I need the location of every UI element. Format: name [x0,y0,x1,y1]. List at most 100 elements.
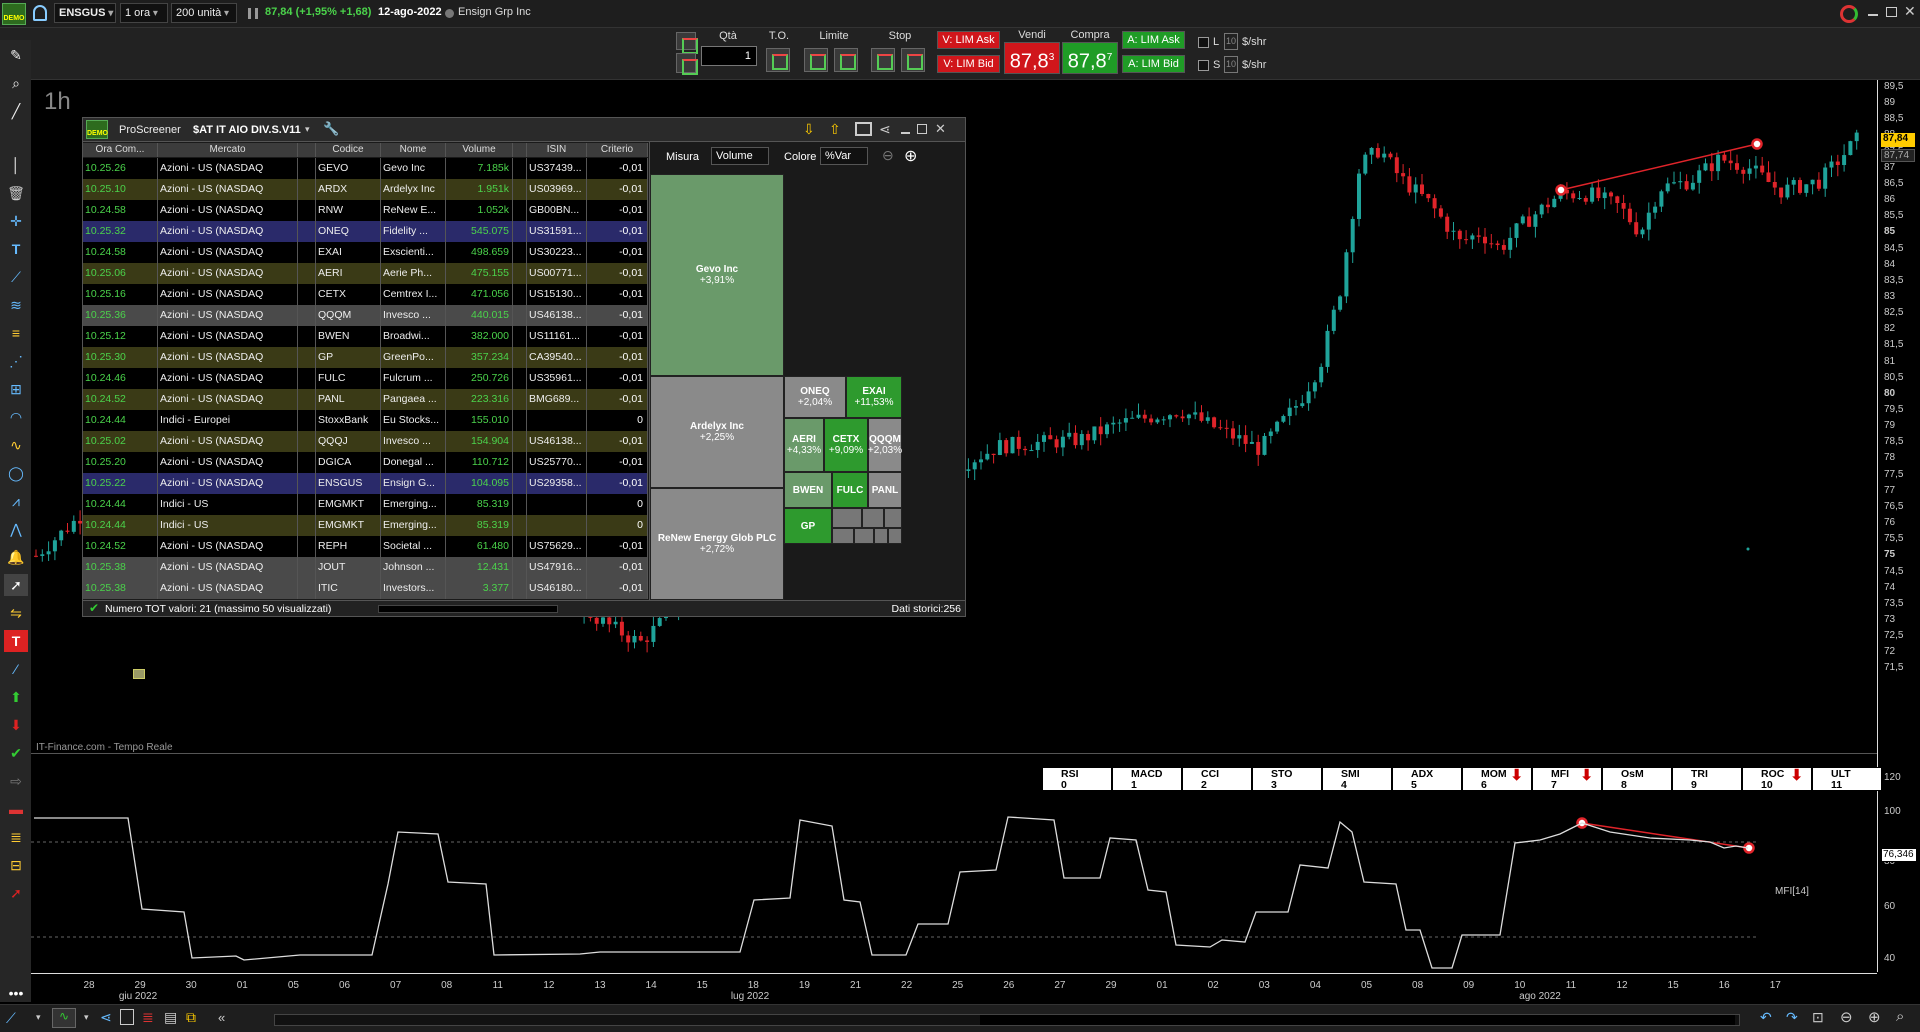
scroll-left-icon[interactable]: « [218,1010,225,1025]
treemap-tile[interactable]: AERI +4,33% [784,418,824,472]
scrollbar-thumb[interactable] [980,1015,1735,1025]
treemap-tile[interactable]: ONEQ +2,04% [784,376,846,418]
chevron-down-icon[interactable]: ▾ [84,1012,89,1023]
indicator-tab[interactable]: MFI 7 ⬇ [1532,767,1602,791]
share-icon[interactable]: ⋖ [100,1009,112,1026]
export-icon[interactable]: ⇧ [829,121,841,138]
table-row[interactable]: 10.24.58 Azioni - US (NASDAQ EXAI Exscienti… [83,242,648,263]
drawing-mode-icon[interactable]: ⟋ [6,1010,16,1027]
col-header-volume[interactable]: Volume [446,143,513,157]
chart-type-icon[interactable]: ∿ [52,1008,76,1028]
treemap-tile-small[interactable] [854,528,874,544]
indicator-tab[interactable]: STO 3 [1252,767,1322,791]
col-header-code[interactable]: Codice [316,143,381,157]
table-row[interactable]: 10.25.30 Azioni - US (NASDAQ GP GreenPo... 3… [83,347,648,368]
indicator-tab[interactable]: OsM 8 [1602,767,1672,791]
treemap-tile-small[interactable] [862,508,884,528]
treemap-tile-small[interactable] [874,528,888,544]
magnify-icon[interactable]: ⌕ [1896,1008,1904,1025]
col-header-market[interactable]: Mercato [158,143,298,157]
treemap-tile[interactable]: BWEN [784,472,832,508]
table-row[interactable]: 10.25.16 Azioni - US (NASDAQ CETX Cemtrex I… [83,284,648,305]
table-row[interactable]: 10.24.46 Azioni - US (NASDAQ FULC Fulcrum .… [83,368,648,389]
chevron-down-icon[interactable]: ▾ [36,1012,41,1023]
col-header-name[interactable]: Nome [381,143,446,157]
col-header-icon2[interactable] [513,143,527,157]
zoom-in-icon[interactable]: ⊕ [1868,1008,1881,1026]
table-row[interactable]: 10.25.10 Azioni - US (NASDAQ ARDX Ardelyx I… [83,179,648,200]
screener-name-dropdown[interactable]: $AT IT AIO DIV.S.V11 [193,124,301,136]
layout-icon[interactable] [855,122,872,136]
candle-body [1407,176,1412,193]
table-row[interactable]: 10.24.52 Azioni - US (NASDAQ REPH Societal … [83,536,648,557]
col-header-time[interactable]: Ora Com... [83,143,158,157]
table-row[interactable]: 10.24.44 Indici - US EMGMKT Emerging... 85.3… [83,494,648,515]
table-row[interactable]: 10.25.26 Azioni - US (NASDAQ GEVO Gevo Inc 7… [83,158,648,179]
indicator-tab[interactable]: ULT 11 [1812,767,1882,791]
table-row[interactable]: 10.25.12 Azioni - US (NASDAQ BWEN Broadwi..… [83,326,648,347]
table-row[interactable]: 10.24.52 Azioni - US (NASDAQ PANL Pangaea .… [83,389,648,410]
table-row[interactable]: 10.25.22 Azioni - US (NASDAQ ENSGUS Ensign … [83,473,648,494]
indicator-tab[interactable]: MOM 6 ⬇ [1462,767,1532,791]
treemap-tile[interactable]: Ardelyx Inc +2,25% [650,376,784,488]
date-tick: 25 [952,980,964,991]
table-row[interactable]: 10.25.38 Azioni - US (NASDAQ JOUT Johnson .… [83,557,648,578]
table-row[interactable]: 10.24.58 Azioni - US (NASDAQ RNW ReNew E...… [83,200,648,221]
table-row[interactable]: 10.24.44 Indici - US EMGMKT Emerging... 85.3… [83,515,648,536]
treemap-tile-small[interactable] [832,508,862,528]
wrench-icon[interactable]: 🔧 [323,121,339,137]
news-icon[interactable]: ▤ [164,1009,177,1026]
treemap-tile[interactable]: CETX +9,09% [824,418,868,472]
window-minimize-icon[interactable] [901,132,910,134]
treemap-tile[interactable]: ReNew Energy Glob PLC +2,72% [650,488,784,600]
indicator-tab[interactable]: RSI 0 [1042,767,1112,791]
window-maximize-icon[interactable] [917,124,927,134]
treemap-tile-small[interactable] [884,508,902,528]
trendline-anchor [1751,138,1763,150]
window-close-icon[interactable]: ✕ [935,121,946,137]
col-header-icon[interactable] [298,143,316,157]
treemap-tile[interactable]: EXAI +11,53% [846,376,902,418]
zoom-out-icon[interactable]: ⊖ [882,147,894,164]
calendar-icon[interactable] [120,1009,134,1025]
table-row[interactable]: 10.25.38 Azioni - US (NASDAQ ITIC Investors… [83,578,648,599]
candle-body [1501,245,1506,250]
compare-icon[interactable]: ⧉ [186,1009,196,1026]
redo-icon[interactable]: ↷ [1786,1009,1798,1026]
color-dropdown[interactable]: %Var [820,147,868,165]
zoom-out-icon[interactable]: ⊖ [1840,1008,1853,1026]
table-row[interactable]: 10.25.20 Azioni - US (NASDAQ DGICA Donegal … [83,452,648,473]
table-row[interactable]: 10.25.36 Azioni - US (NASDAQ QQQM Invesco .… [83,305,648,326]
treemap-tile-small[interactable] [832,528,854,544]
sort-down-icon[interactable]: ⇩ [803,121,815,138]
table-row[interactable]: 10.24.44 Indici - Europei StoxxBank Eu Stoc… [83,410,648,431]
indicator-tab[interactable]: TRI 9 [1672,767,1742,791]
indicator-tab[interactable]: ADX 5 [1392,767,1462,791]
undo-icon[interactable]: ↶ [1760,1009,1772,1026]
treemap-tile[interactable]: PANL [868,472,902,508]
col-header-isin[interactable]: ISIN [527,143,587,157]
table-row[interactable]: 10.25.02 Azioni - US (NASDAQ QQQJ Invesco .… [83,431,648,452]
treemap-tile[interactable]: Gevo Inc +3,91% [650,174,784,376]
screener-titlebar[interactable]: DEMO ProScreener $AT IT AIO DIV.S.V11 ▾ … [83,118,965,142]
zoom-in-icon[interactable]: ⊕ [904,146,917,166]
col-header-criterion[interactable]: Criterio [587,143,648,157]
share-icon[interactable]: ⋖ [879,121,891,138]
candle-body [1438,208,1443,217]
indicator-tab[interactable]: MACD 1 [1112,767,1182,791]
treemap-tile[interactable]: GP [784,508,832,544]
table-row[interactable]: 10.25.32 Azioni - US (NASDAQ ONEQ Fidelity … [83,221,648,242]
chevron-down-icon[interactable]: ▾ [305,124,310,135]
indicator-tab[interactable]: CCI 2 [1182,767,1252,791]
measure-dropdown[interactable]: Volume [711,147,769,165]
price-tick: 74,5 [1884,565,1904,577]
indicator-tab[interactable]: ROC 10 ⬇ [1742,767,1812,791]
indicator-icon[interactable]: ≣ [142,1009,154,1026]
treemap-tile[interactable]: FULC [832,472,868,508]
treemap-tile[interactable]: QQQM +2,03% [868,418,902,472]
zoom-fit-icon[interactable]: ⊡ [1812,1009,1824,1026]
table-row[interactable]: 10.25.06 Azioni - US (NASDAQ AERI Aerie Ph.… [83,263,648,284]
proscreener-window[interactable]: DEMO ProScreener $AT IT AIO DIV.S.V11 ▾ … [82,117,966,617]
indicator-tab[interactable]: SMI 4 [1322,767,1392,791]
treemap-tile-small[interactable] [888,528,902,544]
